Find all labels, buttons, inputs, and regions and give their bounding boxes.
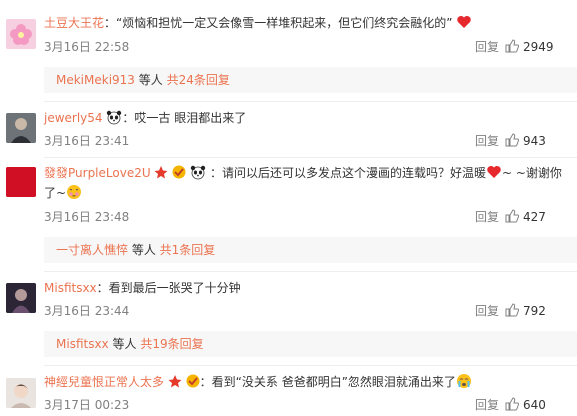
gold-badge [186,374,200,388]
like-button[interactable]: 427 [505,209,565,225]
reply-user-link[interactable]: MekiMeki913 [56,73,135,87]
timestamp: 3月16日 23:48 [44,210,130,224]
like-count: 792 [523,304,546,318]
like-button[interactable]: 943 [505,133,565,149]
comment-body: Misfitsxx：看到最后一张哭了十分钟 [44,278,569,298]
crying-emoji [456,374,471,388]
comment-text: ：哎一古 眼泪都出来了 [122,111,247,125]
thumbs-up-icon [505,39,519,53]
like-count: 427 [523,210,546,224]
comment-text: ：看到“没关系 爸爸都明白”忽然眼泪就涌出来了 [199,375,456,389]
timestamp: 3月16日 22:58 [44,40,130,54]
reply-button[interactable]: 回复 [475,133,499,149]
reply-user-link[interactable]: Misfitsxx [56,337,109,351]
blush-emoji [67,185,82,199]
like-button[interactable]: 640 [505,397,565,413]
reply-button[interactable]: 回复 [475,39,499,55]
divider [44,365,577,366]
heart-emoji [457,16,472,28]
crown-badge [154,166,168,179]
heart-emoji [487,166,501,178]
thumbs-up-icon [505,133,519,147]
comment-body: 神經兒童恨正常人太多 ：看到“没关系 爸爸都明白”忽然眼泪就涌出来了 [44,372,569,392]
more-replies[interactable]: 一寸离人憔悴 等人 共1条回复 [44,237,577,263]
avatar[interactable] [6,283,36,313]
crown-badge [168,375,182,388]
username-link[interactable]: jewerly54 [44,111,103,125]
comment-body: 發發PurpleLove2U ：请问以后还可以多发点这个漫画的连载吗？好温暖 ~ … [44,163,563,203]
username-link[interactable]: Misfitsxx [44,281,97,295]
reply-count-link[interactable]: 共24条回复 [167,73,230,87]
divider [44,101,577,102]
panda-emoji [190,165,206,180]
timestamp: 3月16日 23:44 [44,304,130,318]
avatar[interactable] [6,378,36,408]
timestamp: 3月17日 00:23 [44,398,130,412]
comment-text: ：“烦恼和担忧一定又会像雪一样堆积起来，但它们终究会融化的” [104,16,453,30]
comment-text: ：请问以后还可以多发点这个漫画的连载吗？好温暖 [209,166,486,180]
divider [44,157,577,158]
divider [44,271,577,272]
reply-mid-text: 等人 [134,73,167,87]
reply-count-link[interactable]: 共19条回复 [140,337,203,351]
more-replies[interactable]: MekiMeki913 等人 共24条回复 [44,67,577,93]
like-count: 640 [523,398,546,412]
thumbs-up-icon [505,209,519,223]
comment-body: 土豆大王花：“烦恼和担忧一定又会像雪一样堆积起来，但它们终究会融化的” [44,13,569,33]
comment-text: ：看到最后一张哭了十分钟 [96,281,241,295]
reply-button[interactable]: 回复 [475,209,499,225]
like-count: 943 [523,134,546,148]
username-link[interactable]: 發發PurpleLove2U [44,166,151,180]
reply-mid-text: 等人 [128,243,160,257]
like-button[interactable]: 792 [505,303,565,319]
thumbs-up-icon [505,397,519,411]
username-link[interactable]: 土豆大王花 [44,16,104,30]
reply-button[interactable]: 回复 [475,303,499,319]
like-button[interactable]: 2949 [505,39,565,55]
avatar[interactable] [6,167,36,197]
thumbs-up-icon [505,303,519,317]
reply-mid-text: 等人 [108,337,141,351]
gold-badge [172,165,186,179]
comment-body: jewerly54 ：哎一古 眼泪都出来了 [44,108,569,128]
timestamp: 3月16日 23:41 [44,134,130,148]
reply-count-link[interactable]: 共1条回复 [160,243,216,257]
avatar[interactable] [6,19,36,49]
panda-emoji [107,110,122,125]
more-replies[interactable]: Misfitsxx 等人 共19条回复 [44,331,577,357]
reply-user-link[interactable]: 一寸离人憔悴 [56,243,128,257]
username-link[interactable]: 神經兒童恨正常人太多 [44,375,164,389]
reply-button[interactable]: 回复 [475,397,499,413]
avatar[interactable] [6,113,36,143]
like-count: 2949 [523,40,554,54]
